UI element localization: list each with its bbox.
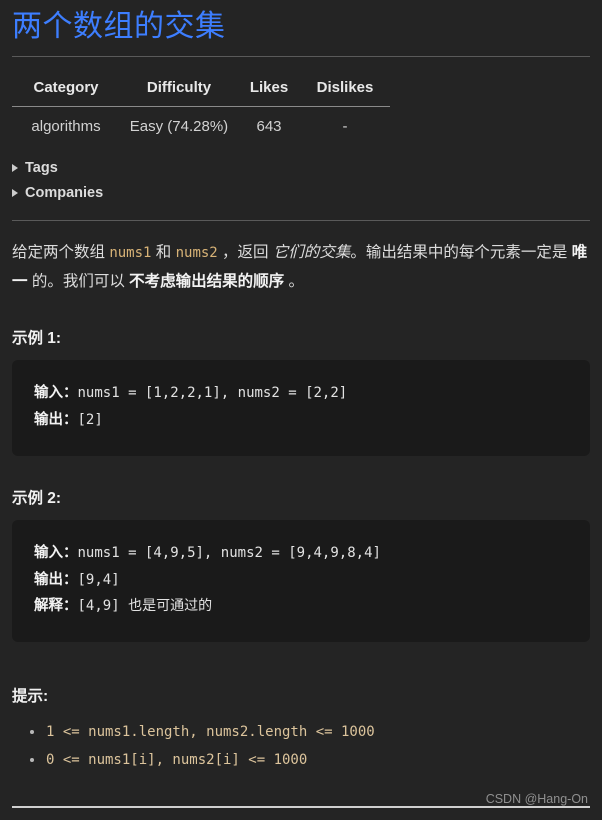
title-divider — [12, 55, 590, 57]
cell-category: algorithms — [31, 117, 101, 135]
table-row: algorithms Easy (74.28%) 643 - — [12, 106, 390, 135]
description-text-2: ，返回 — [217, 244, 273, 262]
code-line: 输入：nums1 = [1,2,2,1], nums2 = [2,2] — [34, 380, 568, 407]
example-2-code-block: 输入：nums1 = [4,9,5], nums2 = [9,4,9,8,4] 输… — [12, 519, 590, 643]
code-line-value: nums1 = [4,9,5], nums2 = [9,4,9,8,4] — [77, 544, 381, 561]
table-header-row: Category Difficulty Likes Dislikes — [12, 78, 390, 107]
column-header-difficulty: Difficulty — [120, 78, 238, 107]
list-item: 1 <= nums1.length, nums2.length <= 1000 — [30, 718, 590, 746]
code-line-value: nums1 = [1,2,2,1], nums2 = [2,2] — [77, 384, 348, 401]
problem-meta-table: Category Difficulty Likes Dislikes algor… — [12, 78, 390, 135]
triangle-right-icon — [12, 163, 18, 172]
description-text-4: 的。我们可以 — [27, 272, 130, 290]
details-toggle-tags[interactable]: Tags — [12, 157, 590, 179]
code-line-value: [4,9] 也是可通过的 — [77, 598, 213, 615]
description-text-5: 。 — [284, 272, 304, 290]
bottom-divider — [12, 806, 590, 808]
code-line-value: [2] — [77, 411, 103, 428]
page-title: 两个数组的交集 — [12, 10, 226, 43]
code-line: 输入：nums1 = [4,9,5], nums2 = [9,4,9,8,4] — [34, 540, 568, 567]
hints-list: 1 <= nums1.length, nums2.length <= 1000 … — [12, 718, 590, 774]
code-line-label: 输入： — [34, 384, 78, 401]
description-strong-order: 不考虑输出结果的顺序 — [129, 272, 285, 290]
description-text-3: 。输出结果中的每个元素一定是 — [350, 244, 572, 262]
code-line-value: [9,4] — [77, 571, 120, 588]
inline-code-nums1: nums1 — [109, 245, 152, 262]
inline-code-nums2: nums2 — [175, 245, 218, 262]
code-line: 输出：[9,4] — [34, 567, 568, 594]
example-2-heading: 示例 2: — [12, 489, 62, 507]
column-header-likes: Likes — [238, 78, 300, 107]
cell-difficulty: Easy (74.28%) — [129, 117, 229, 135]
code-line-label: 输入： — [34, 544, 78, 561]
hints-heading: 提示: — [12, 688, 49, 706]
triangle-right-icon — [12, 189, 18, 198]
code-line-label: 输出： — [34, 411, 78, 428]
column-header-category: Category — [12, 78, 120, 107]
collapsible-sections: Tags Companies — [12, 157, 590, 222]
description-text-0: 给定两个数组 — [12, 244, 110, 262]
column-header-dislikes: Dislikes — [300, 78, 390, 107]
example-1-code-block: 输入：nums1 = [1,2,2,1], nums2 = [2,2] 输出：[2… — [12, 359, 590, 456]
details-divider — [12, 220, 590, 222]
cell-dislikes: - — [342, 117, 348, 135]
problem-description: 给定两个数组 nums1 和 nums2 ，返回 它们的交集。输出结果中的每个元… — [12, 239, 590, 295]
code-line: 输出：[2] — [34, 407, 568, 434]
cell-likes: 643 — [256, 117, 282, 135]
code-line-label: 输出： — [34, 571, 78, 588]
description-emphasis: 它们的交集 — [272, 244, 351, 262]
details-label-companies: Companies — [25, 184, 104, 201]
problem-page: 两个数组的交集 Category Difficulty Likes Dislik… — [0, 0, 602, 820]
list-item: 0 <= nums1[i], nums2[i] <= 1000 — [30, 746, 590, 774]
code-line-label: 解释： — [34, 598, 78, 615]
code-line: 解释：[4,9] 也是可通过的 — [34, 593, 568, 620]
watermark: CSDN @Hang-On — [485, 792, 588, 806]
description-text-1: 和 — [151, 244, 176, 262]
example-1-heading: 示例 1: — [12, 329, 62, 347]
details-toggle-companies[interactable]: Companies — [12, 182, 590, 204]
details-label-tags: Tags — [25, 159, 58, 176]
